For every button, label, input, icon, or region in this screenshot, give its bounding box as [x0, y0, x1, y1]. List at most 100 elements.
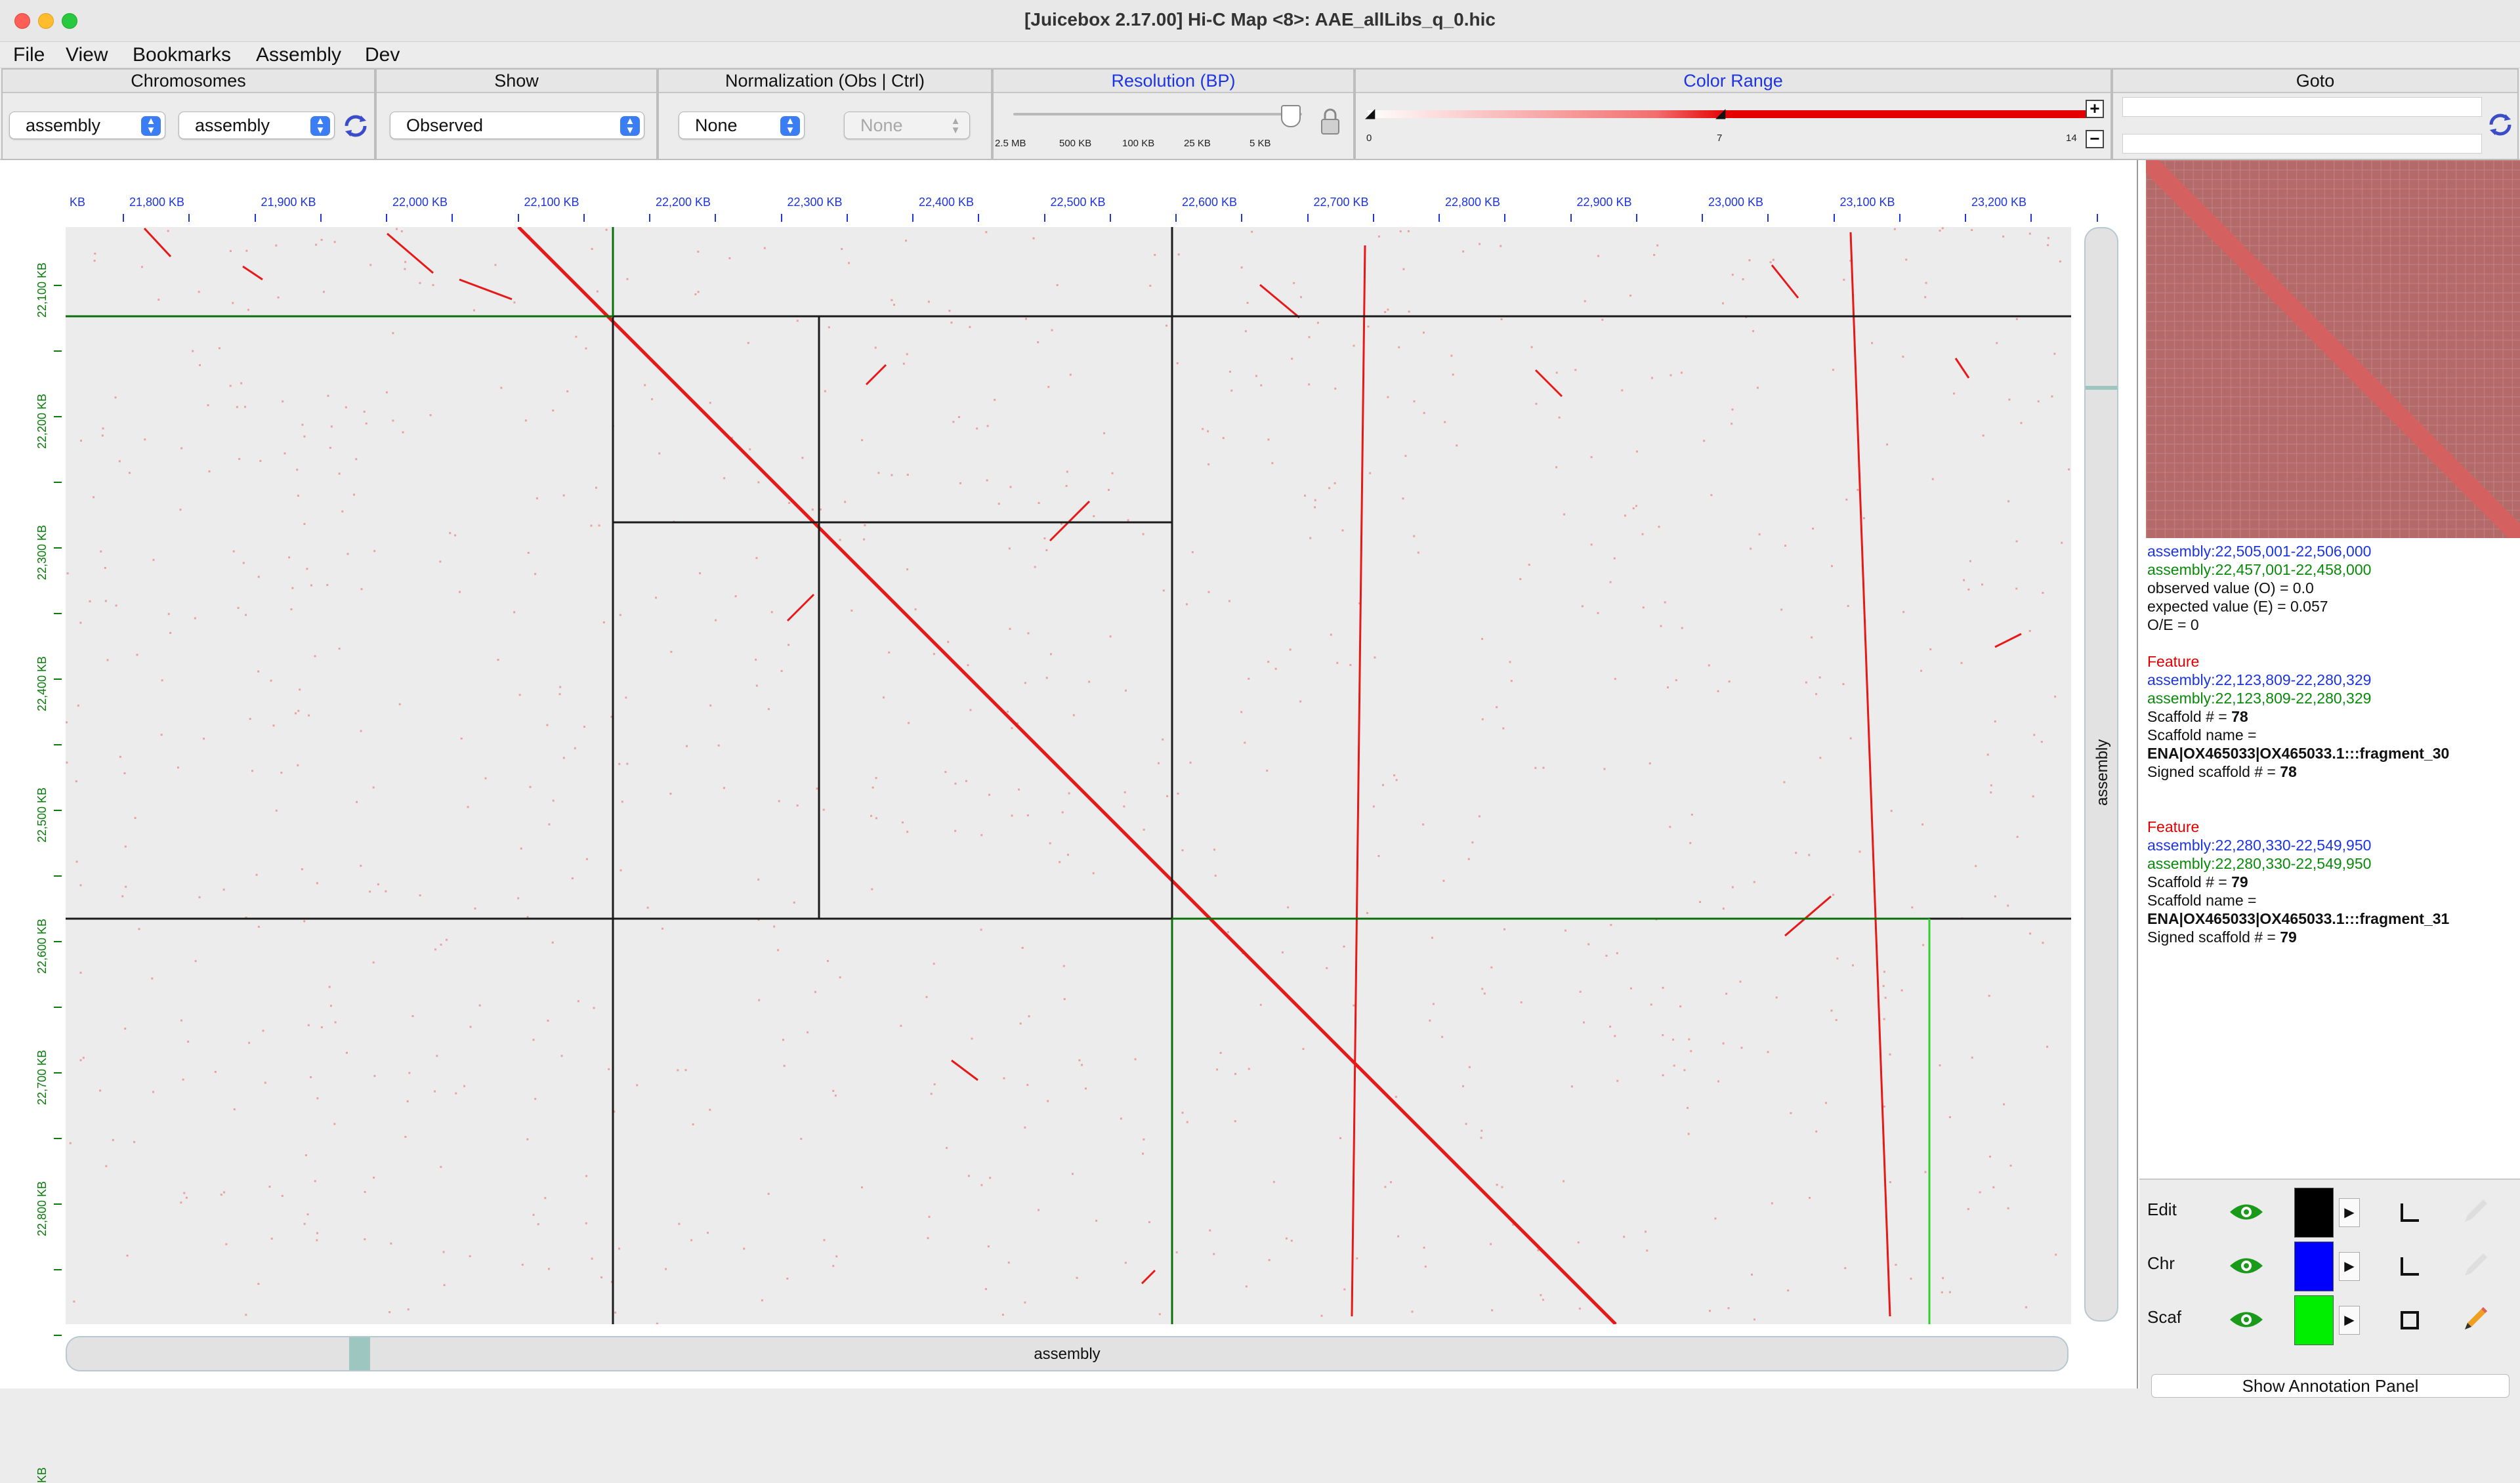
- refresh-icon[interactable]: [2486, 110, 2515, 139]
- contact-dot: [1577, 1241, 1580, 1243]
- contact-dot: [1783, 781, 1786, 783]
- goto-y-input[interactable]: [2122, 134, 2482, 154]
- contact-dot: [1442, 879, 1445, 882]
- color-range-slider[interactable]: [1368, 110, 2087, 118]
- contact-dot: [2055, 1253, 2057, 1256]
- eye-icon[interactable]: [2229, 1201, 2264, 1223]
- contact-dot: [124, 845, 127, 848]
- contact-dot: [2007, 1207, 2009, 1209]
- right-info-panel: assembly:22,505,001-22,506,000 assembly:…: [2137, 160, 2520, 1398]
- normalization-ctrl-value: None: [860, 115, 903, 135]
- contact-dot: [1320, 1314, 1323, 1317]
- contact-dot: [1555, 371, 1558, 374]
- chromosome2-select[interactable]: assembly ▲ ▼: [178, 112, 335, 139]
- menu-assembly[interactable]: Assembly: [256, 43, 341, 67]
- x-tick-mark: [912, 214, 914, 222]
- square-icon[interactable]: [2398, 1308, 2422, 1332]
- goto-x-input[interactable]: [2122, 97, 2482, 117]
- contact-dot: [469, 1255, 471, 1257]
- contact-dot: [316, 1239, 318, 1242]
- eye-icon[interactable]: [2229, 1255, 2264, 1277]
- vertical-scroll-thumb[interactable]: [2086, 386, 2117, 390]
- contact-dot: [1520, 1001, 1522, 1003]
- color-swatch[interactable]: [2294, 1242, 2334, 1291]
- plus-icon[interactable]: +: [2086, 100, 2104, 118]
- contact-dot: [618, 762, 621, 765]
- display-mode-select[interactable]: Observed ▲ ▼: [390, 112, 644, 139]
- map-thumbnail[interactable]: [2146, 160, 2520, 538]
- contact-dot: [306, 1213, 309, 1216]
- contact-dot: [1971, 1056, 1973, 1059]
- contact-dot: [198, 896, 201, 898]
- contact-dot: [1579, 990, 1582, 993]
- play-icon[interactable]: ▶: [2339, 1198, 2360, 1227]
- menu-bookmarks[interactable]: Bookmarks: [133, 43, 231, 67]
- pencil-icon[interactable]: [2460, 1303, 2491, 1335]
- contact-dot: [1756, 386, 1759, 389]
- contact-dot: [1925, 282, 1927, 284]
- contact-dot: [364, 1238, 366, 1241]
- normalization-obs-select[interactable]: None ▲ ▼: [679, 112, 805, 139]
- show-annotation-panel-button[interactable]: Show Annotation Panel: [2151, 1374, 2510, 1398]
- contact-dot: [2007, 500, 2010, 503]
- contact-dot: [598, 524, 600, 527]
- resolution-slider-track[interactable]: [1013, 113, 1302, 115]
- menu-view[interactable]: View: [66, 43, 108, 67]
- contact-dot: [1413, 400, 1416, 403]
- contact-dot: [626, 278, 629, 280]
- contact-dot: [605, 228, 608, 231]
- contact-dot: [1093, 515, 1095, 518]
- play-icon[interactable]: ▶: [2339, 1306, 2360, 1335]
- resolution-slider-thumb[interactable]: [1281, 105, 1301, 127]
- x-tick-label: 22,300 KB: [787, 196, 843, 209]
- contact-heatmap[interactable]: [66, 227, 2071, 1324]
- minus-icon[interactable]: −: [2086, 130, 2104, 148]
- contact-dot: [1398, 346, 1400, 348]
- contact-dot: [513, 611, 516, 614]
- contact-dot: [179, 509, 182, 511]
- contact-dot: [1024, 1301, 1026, 1304]
- contact-dot: [442, 1251, 445, 1253]
- refresh-icon[interactable]: [341, 112, 370, 140]
- contact-dot: [248, 1041, 251, 1044]
- contact-dot: [1143, 1138, 1145, 1140]
- resolution-tick: 500 KB: [1059, 138, 1092, 149]
- contact-dot: [333, 241, 336, 243]
- chromosome1-select[interactable]: assembly ▲ ▼: [9, 112, 165, 139]
- menu-file[interactable]: File: [13, 43, 45, 67]
- max-thumb[interactable]: ◢: [1715, 105, 1725, 121]
- menu-dev[interactable]: Dev: [365, 43, 400, 67]
- contact-dot: [1902, 356, 1904, 358]
- contact-dot: [1883, 971, 1885, 973]
- contact-dot: [207, 404, 209, 406]
- contact-dot: [998, 503, 1000, 505]
- contact-dot: [980, 929, 982, 931]
- contact-dot: [770, 611, 773, 614]
- min-thumb[interactable]: ◢: [1365, 105, 1375, 121]
- corner-icon[interactable]: [2398, 1255, 2422, 1278]
- color-swatch[interactable]: [2294, 1295, 2334, 1345]
- contact-dot: [2028, 232, 2031, 235]
- lock-icon[interactable]: [1319, 108, 1341, 136]
- contact-dot: [875, 777, 877, 780]
- vertical-scrollbar[interactable]: assembly: [2084, 227, 2118, 1322]
- y-tick-mark: [54, 1203, 62, 1205]
- play-icon[interactable]: ▶: [2339, 1252, 2360, 1281]
- eye-icon[interactable]: [2229, 1308, 2264, 1331]
- vertical-scroll-label: assembly: [2093, 739, 2111, 806]
- contact-dot: [1339, 1137, 1342, 1139]
- contact-dot: [220, 1194, 222, 1196]
- thumb-grid-line: [2146, 320, 2520, 322]
- contact-dot: [104, 566, 106, 569]
- chevron-updown-icon: ▲ ▼: [780, 116, 800, 136]
- contact-dot: [307, 1024, 310, 1026]
- contact-dot: [822, 808, 825, 811]
- horizontal-scrollbar[interactable]: assembly: [66, 1336, 2068, 1371]
- contact-dot: [167, 613, 170, 616]
- contact-dot: [796, 320, 799, 322]
- color-swatch[interactable]: [2294, 1188, 2334, 1238]
- contact-dot: [326, 584, 329, 587]
- corner-icon[interactable]: [2398, 1201, 2422, 1224]
- contact-dot: [1177, 792, 1179, 795]
- contact-dot: [1026, 1083, 1029, 1086]
